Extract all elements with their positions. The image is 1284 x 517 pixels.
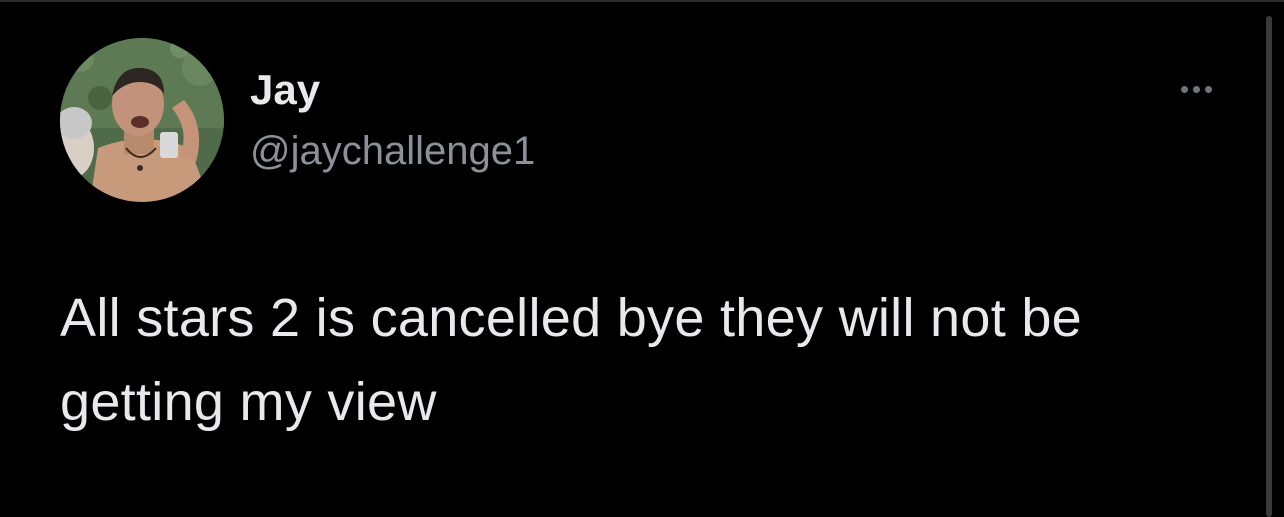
scrollbar[interactable] xyxy=(1266,16,1272,517)
more-options-button[interactable] xyxy=(1170,74,1222,104)
more-horizontal-icon-dot xyxy=(1204,85,1212,93)
author-display-name[interactable]: Jay xyxy=(250,62,320,118)
tweet-card: Jay @jaychallenge1 All stars 2 is cancel… xyxy=(0,0,1284,517)
avatar-image xyxy=(60,38,224,202)
more-horizontal-icon-dot xyxy=(1192,85,1200,93)
top-divider xyxy=(0,0,1284,2)
tweet-text: All stars 2 is cancelled bye they will n… xyxy=(60,288,1082,432)
avatar[interactable] xyxy=(60,38,224,202)
author-handle[interactable]: @jaychallenge1 xyxy=(250,124,535,178)
more-horizontal-icon xyxy=(1180,85,1188,93)
